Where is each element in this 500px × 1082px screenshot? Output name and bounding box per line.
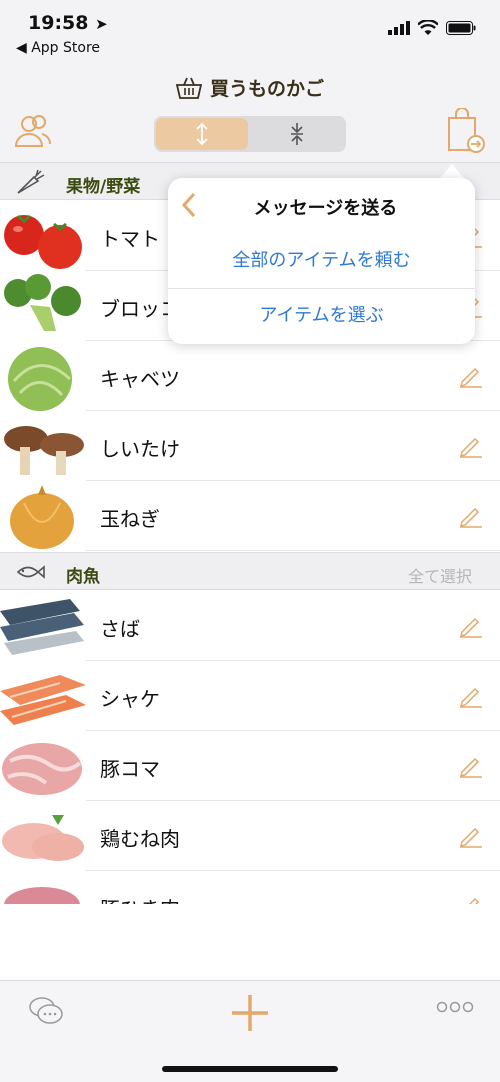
send-message-popover: メッセージを送る 全部のアイテムを頼む アイテムを選ぶ [168,178,475,344]
view-mode-segmented-control [154,116,346,152]
choose-items-button[interactable]: アイテムを選ぶ [168,289,475,343]
plus-icon[interactable] [230,993,270,1033]
item-name: 玉ねぎ [100,507,160,531]
pencil-icon[interactable] [458,822,484,848]
tomato-image [0,201,86,271]
people-icon [14,115,51,147]
wifi-icon [418,20,438,35]
pencil-icon[interactable] [458,432,484,458]
item-name: シャケ [100,687,160,711]
select-all-button[interactable]: 全て選択 [408,563,472,587]
salmon-image [0,661,86,731]
collapse-vertical-icon [291,123,303,145]
list-item[interactable]: 豚コマ [0,731,500,801]
request-all-items-button[interactable]: 全部のアイテムを頼む [168,234,475,288]
pork-image [0,731,86,801]
shopping-bag-send-icon [448,107,485,153]
list-item[interactable]: 玉ねぎ [0,481,500,551]
carrot-icon [17,169,45,194]
status-icons [388,20,476,35]
segment-expand[interactable] [156,118,248,150]
item-name: 鶏むね肉 [100,827,180,851]
segment-collapse[interactable] [250,118,344,150]
mackerel-image [0,591,86,661]
pencil-icon[interactable] [458,752,484,778]
section-header-meat-fish: 肉魚 全て選択 [0,552,500,590]
list-item[interactable]: シャケ [0,661,500,731]
send-message-button[interactable] [446,107,486,154]
pencil-icon[interactable] [458,612,484,638]
chicken-breast-image [0,801,86,871]
home-indicator[interactable] [162,1066,338,1072]
pencil-icon[interactable] [458,362,484,388]
page-title: 買うものかご [0,74,500,101]
popover-title: メッセージを送る [253,198,398,219]
expand-vertical-icon [196,122,208,146]
item-name: キャベツ [100,367,180,391]
back-to-app-store[interactable]: ◀ App Store [16,40,100,56]
broccoli-image [0,271,86,341]
people-button[interactable] [14,112,52,150]
cabbage-image [0,341,86,411]
section-title: 肉魚 [66,567,100,587]
list-item[interactable]: さば [0,591,500,661]
basket-icon [175,77,202,99]
pencil-icon[interactable] [458,502,484,528]
signal-icon [388,20,410,35]
item-name: 豚コマ [100,757,160,781]
more-icon[interactable] [436,1001,474,1013]
status-bar: 19:58 ➤ ◀ App Store [0,0,500,60]
list-item[interactable]: しいたけ [0,411,500,481]
item-name: トマト [100,227,160,251]
list-item[interactable]: 鶏むね肉 [0,801,500,871]
chat-icon[interactable] [28,995,64,1027]
item-name: さば [100,617,140,641]
section-title: 果物/野菜 [66,177,141,197]
onion-image [0,481,86,551]
item-name: しいたけ [100,437,180,461]
shiitake-image [0,411,86,481]
status-time: 19:58 ➤ [28,12,108,34]
list-item[interactable]: キャベツ [0,341,500,411]
fish-icon [16,565,45,579]
page-title-text: 買うものかご [209,78,324,100]
battery-icon [446,20,476,35]
nav-bar: 買うものかご [0,60,500,162]
pencil-icon[interactable] [458,682,484,708]
